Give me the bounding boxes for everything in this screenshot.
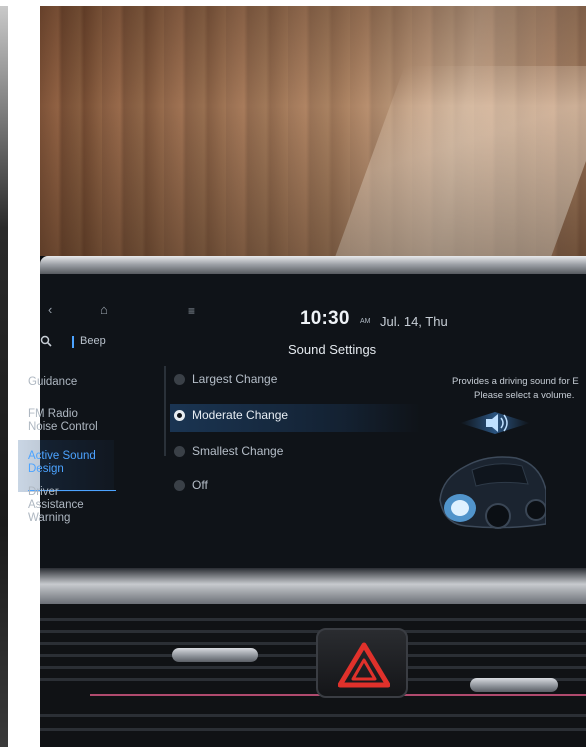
option-label: Moderate Change bbox=[192, 408, 289, 422]
left-vent-knob[interactable] bbox=[172, 648, 258, 662]
car-illustration bbox=[439, 456, 546, 529]
clock-time: 10:30 bbox=[300, 308, 350, 329]
radio-button[interactable] bbox=[174, 480, 185, 491]
option-label: Largest Change bbox=[192, 372, 278, 386]
back-icon[interactable]: ‹ bbox=[48, 302, 52, 317]
search-icon[interactable] bbox=[40, 335, 52, 347]
description-line-2: Please select a volume. bbox=[474, 390, 575, 401]
sidebar-item-fm-radio-noise-control[interactable]: FM Radio Noise Control bbox=[28, 408, 110, 434]
sound-settings-ui: ‹ ⌂ Beep Guidance FM Radio Noise Control… bbox=[18, 280, 579, 550]
option-label: Smallest Change bbox=[192, 444, 284, 458]
radio-button-selected[interactable] bbox=[174, 410, 185, 421]
beep-separator bbox=[72, 336, 74, 348]
sidebar-item-driver-assistance-warning[interactable]: Driver Assistance Warning bbox=[28, 486, 92, 525]
description-line-1: Provides a driving sound for E bbox=[452, 376, 579, 387]
sidebar-item-guidance[interactable]: Guidance bbox=[28, 376, 123, 389]
option-moderate-change[interactable]: Moderate Change bbox=[170, 404, 420, 432]
option-largest-change[interactable]: Largest Change bbox=[170, 368, 420, 396]
left-edge-strip bbox=[0, 6, 8, 747]
radio-button[interactable] bbox=[174, 374, 185, 385]
clock-date: Jul. 14, Thu bbox=[380, 314, 448, 329]
beep-button[interactable]: Beep bbox=[80, 335, 106, 347]
menu-icon[interactable]: ≡ bbox=[188, 304, 195, 318]
option-smallest-change[interactable]: Smallest Change bbox=[170, 440, 420, 468]
air-vent-area bbox=[40, 604, 586, 747]
option-label: Off bbox=[192, 478, 208, 492]
page-title: Sound Settings bbox=[288, 342, 377, 357]
sidebar-item-active-sound-design[interactable]: Active Sound Design bbox=[28, 450, 100, 476]
wood-shade bbox=[40, 6, 586, 256]
hazard-button[interactable] bbox=[316, 628, 408, 698]
radio-button[interactable] bbox=[174, 446, 185, 457]
option-off[interactable]: Off bbox=[170, 474, 420, 502]
sidebar-divider bbox=[164, 366, 166, 456]
hazard-icon bbox=[338, 642, 390, 688]
home-icon[interactable]: ⌂ bbox=[100, 302, 108, 317]
clock-ampm: AM bbox=[360, 318, 371, 325]
right-vent-knob[interactable] bbox=[470, 678, 558, 692]
settings-sidebar: ‹ ⌂ Beep Guidance FM Radio Noise Control… bbox=[18, 280, 118, 545]
display-bezel-bottom bbox=[40, 568, 586, 604]
